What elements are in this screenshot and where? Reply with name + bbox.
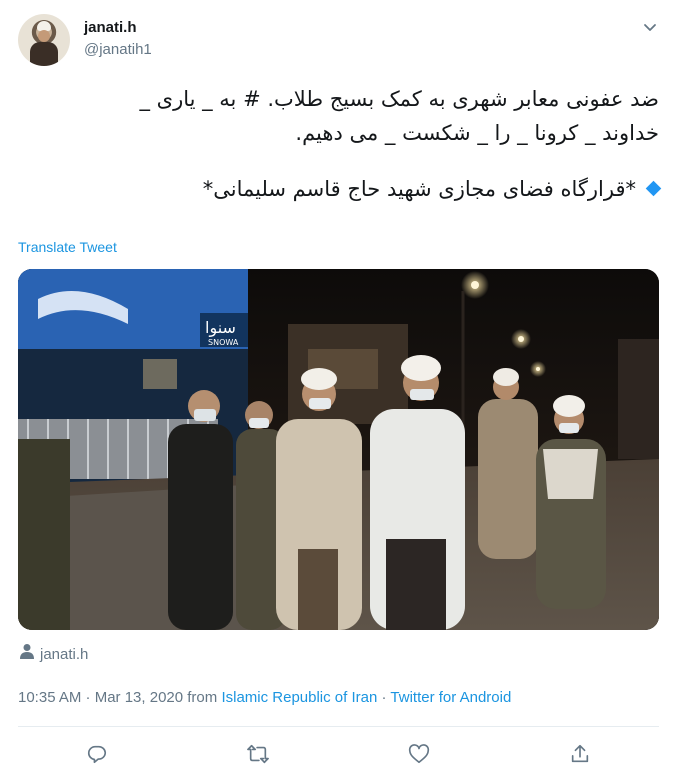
retweet-icon[interactable] bbox=[242, 738, 274, 770]
source-link[interactable]: Twitter for Android bbox=[390, 689, 511, 706]
translate-tweet-link[interactable]: Translate Tweet bbox=[18, 239, 117, 255]
tweet-line-2: خداوند _ کرونا _ را _ شکست _ می دهیم. bbox=[295, 121, 659, 145]
divider bbox=[18, 726, 659, 727]
person-icon bbox=[20, 643, 34, 663]
shop-sign-latin: SNOWA bbox=[208, 338, 239, 347]
shop-sign: سنوا bbox=[205, 318, 236, 338]
heart-icon[interactable] bbox=[403, 738, 435, 770]
action-bar bbox=[0, 738, 677, 772]
reply-icon[interactable] bbox=[81, 738, 113, 770]
user-handle[interactable]: @janatih1 bbox=[84, 41, 152, 58]
tweet-text: ضد عفونی معابر شهری به کمک بسیج طلاب. # … bbox=[18, 82, 662, 206]
display-name[interactable]: janati.h bbox=[84, 19, 137, 36]
avatar[interactable] bbox=[18, 14, 70, 66]
tagged-user[interactable]: janati.h bbox=[20, 643, 88, 665]
meta-separator: · bbox=[377, 689, 391, 706]
tweet-line-1: ضد عفونی معابر شهری به کمک بسیج طلاب. # … bbox=[139, 87, 659, 111]
tweet-photo[interactable]: سنوا SNOWA bbox=[18, 269, 659, 630]
tweet-meta: 10:35 AM · Mar 13, 2020 from Islamic Rep… bbox=[18, 689, 511, 706]
tweet-line-3-text: *قرارگاه فضای مجازی شهید حاج قاسم سلیمان… bbox=[202, 177, 636, 201]
timestamp[interactable]: 10:35 AM · Mar 13, 2020 from bbox=[18, 689, 221, 706]
share-icon[interactable] bbox=[564, 738, 596, 770]
tweet-header: janati.h @janatih1 bbox=[18, 14, 663, 70]
tagged-user-name[interactable]: janati.h bbox=[40, 646, 88, 663]
chevron-down-icon[interactable] bbox=[641, 18, 659, 36]
tweet-line-3: *قرارگاه فضای مجازی شهید حاج قاسم سلیمان… bbox=[18, 172, 662, 206]
location-link[interactable]: Islamic Republic of Iran bbox=[221, 689, 377, 706]
blue-diamond-icon bbox=[645, 180, 662, 196]
